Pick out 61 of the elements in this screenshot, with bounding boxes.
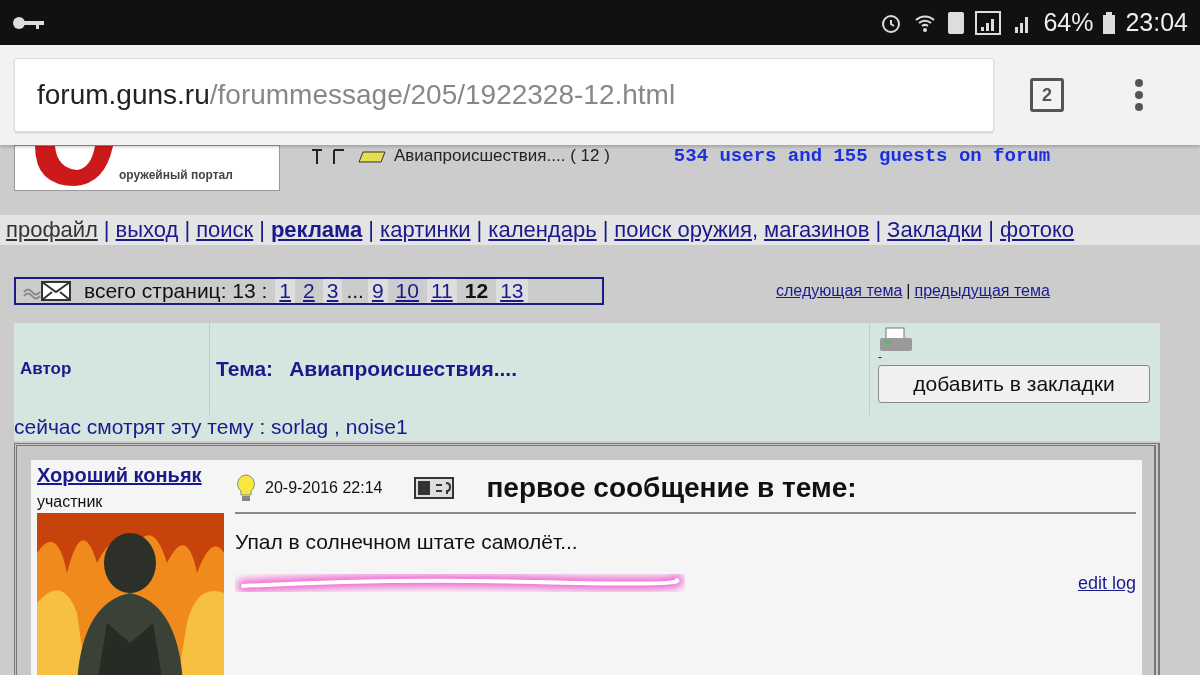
dash: -: [878, 353, 883, 361]
online-count: 534 users and 155 guests on forum: [673, 145, 1051, 167]
edit-log-link[interactable]: edit log: [1077, 572, 1136, 594]
key-icon: [12, 15, 46, 30]
address-bar[interactable]: forum.guns.ru/forummessage/205/1922328-12.html: [14, 58, 994, 132]
clock: 23:04: [1125, 8, 1188, 37]
breadcrumb: Авиапроисшествия.... ( 12 ): [394, 146, 610, 166]
page-link[interactable]: 3: [322, 279, 343, 303]
sim-icon: [947, 10, 966, 35]
author-column-header: Автор: [20, 359, 72, 379]
separator: |: [184, 217, 191, 243]
battery-level: 64%: [1043, 8, 1094, 37]
separator: |: [368, 217, 375, 243]
page-link[interactable]: 9: [367, 279, 388, 303]
page-link[interactable]: 12: [460, 279, 493, 303]
nav-link[interactable]: поиск: [196, 217, 254, 243]
separator: |: [602, 217, 609, 243]
topic-title: Авиапроисшествия....: [289, 357, 517, 381]
post-date: 20-9-2016 22:14: [265, 479, 383, 497]
nav-link[interactable]: поиск оружия: [614, 217, 752, 243]
separator: |: [103, 217, 110, 243]
author-link[interactable]: Хороший коньяк: [37, 464, 231, 487]
nav-link[interactable]: профайл: [6, 217, 98, 243]
separator: |: [476, 217, 483, 243]
ellipsis: ...: [346, 279, 364, 303]
viewers-text: сейчас смотрят эту тему : sorlag , noise1: [14, 415, 409, 440]
nav-link[interactable]: фотоко: [1000, 217, 1075, 243]
signal-icon: [975, 10, 1002, 35]
separator: |: [988, 217, 995, 243]
printer-icon[interactable]: [878, 327, 914, 353]
nav-link[interactable]: реклама: [270, 217, 363, 243]
nav-link[interactable]: календарь: [488, 217, 597, 243]
page-link[interactable]: 13: [496, 279, 528, 303]
tab-count-button[interactable]: 2: [1030, 78, 1064, 112]
topic-label: Тема:: [216, 357, 274, 381]
previous-topic-link[interactable]: предыдущая тема: [914, 282, 1050, 300]
profile-card-icon[interactable]: [414, 477, 455, 499]
folder-icon: [358, 149, 386, 163]
envelope-icon: [22, 280, 72, 302]
menu-icon[interactable]: [1134, 79, 1144, 111]
post-body: Упал в солнечном штате самолёт...: [235, 530, 579, 554]
separator: |: [875, 217, 882, 243]
light-bulb-icon: [235, 474, 257, 502]
bookmark-button[interactable]: добавить в закладки: [878, 365, 1150, 403]
nav-link[interactable]: картинки: [380, 217, 471, 243]
page-count: всего страниц: 13 :: [84, 279, 268, 303]
separator: |: [906, 282, 911, 300]
nav-link[interactable]: выход: [115, 217, 179, 243]
post-title: первое сообщение в теме:: [486, 472, 857, 504]
separator: ,: [751, 217, 759, 243]
page-link[interactable]: 10: [391, 279, 423, 303]
author-rank: участник: [37, 493, 104, 511]
page-link[interactable]: 11: [426, 279, 457, 303]
nav-link[interactable]: магазинов: [764, 217, 870, 243]
nav-link[interactable]: Закладки: [887, 217, 983, 243]
page-link[interactable]: 1: [275, 279, 296, 303]
page-link[interactable]: 2: [299, 279, 319, 303]
next-topic-link[interactable]: следующая тема: [776, 282, 903, 300]
battery-icon: [1103, 11, 1116, 34]
separator: |: [259, 217, 265, 243]
site-logo: оружейный портал: [14, 145, 280, 191]
